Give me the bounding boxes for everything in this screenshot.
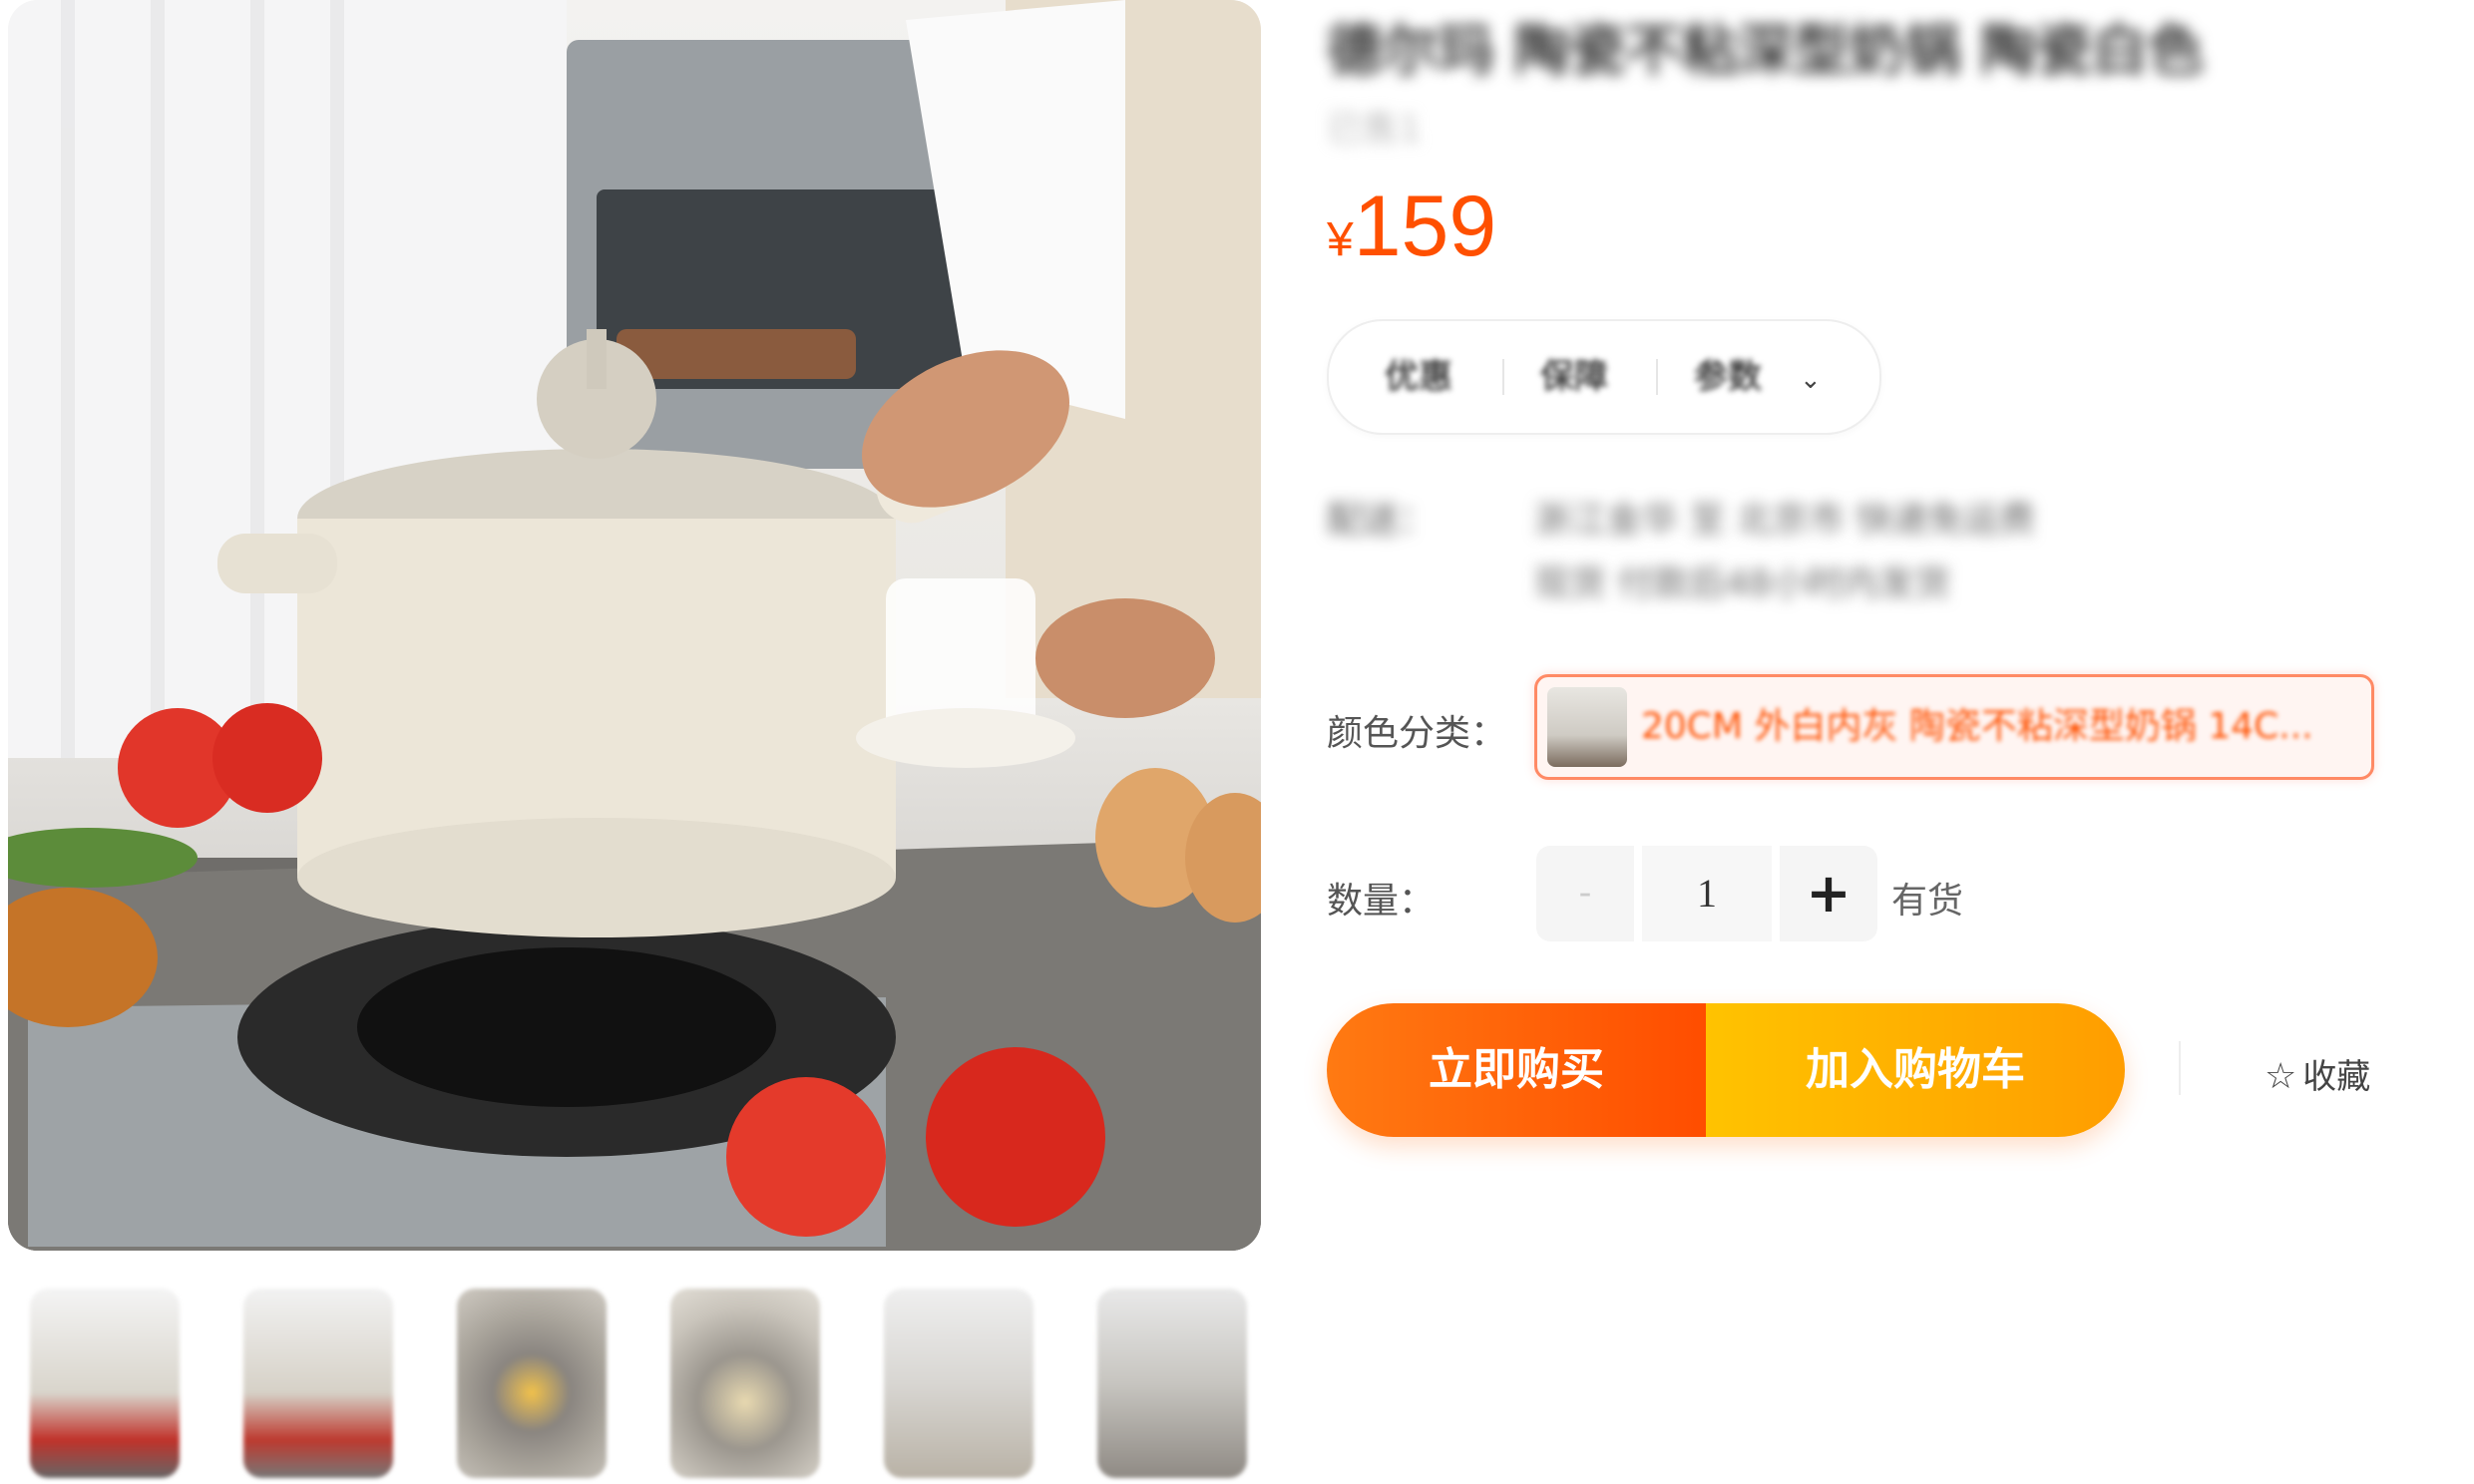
action-divider [2179, 1041, 2181, 1095]
quantity-label: 数量： [1327, 881, 1436, 922]
main-product-image [8, 0, 1261, 1251]
thumbnail-5[interactable] [884, 1289, 1033, 1478]
color-label: 颜色分类： [1327, 713, 1507, 754]
quantity-input[interactable]: 1 [1642, 846, 1772, 941]
product-subtitle: 已售1 [1327, 109, 1422, 150]
thumbnail-2[interactable] [243, 1289, 393, 1478]
tab-divider [1656, 359, 1658, 395]
star-outline-icon: ☆ [2265, 1056, 2297, 1097]
tab-parameters[interactable]: 参数 [1694, 321, 1762, 433]
buy-now-button[interactable]: 立即购买 [1327, 1003, 1706, 1137]
tab-divider [1502, 359, 1504, 395]
shipping-detail: 现货 付款后48小时内发货 [1534, 563, 1951, 604]
thumbnail-strip [30, 1289, 1247, 1478]
color-option-selected[interactable]: 20CM 外白内灰 陶瓷不粘深型奶锅 14C... [1534, 674, 2374, 780]
stock-status: 有货 [1891, 881, 1964, 922]
tab-discount[interactable]: 优惠 [1385, 321, 1452, 433]
currency-symbol: ¥ [1327, 213, 1354, 266]
add-to-cart-button[interactable]: 加入购物车 [1706, 1003, 2125, 1137]
shipping-label: 配送： [1327, 500, 1436, 541]
thumbnail-6[interactable] [1097, 1289, 1247, 1478]
favorite-label: 收藏 [2302, 1057, 2371, 1097]
favorite-button[interactable]: ☆ 收藏 [2265, 1049, 2370, 1098]
quantity-increase-button[interactable]: + [1780, 846, 1877, 941]
shipping-destination[interactable]: 浙江金华 至 北京市 快递免运费 [1534, 491, 2035, 543]
thumbnail-3[interactable] [457, 1289, 607, 1478]
tab-guarantee[interactable]: 保障 [1540, 321, 1608, 433]
price: ¥159 [1327, 178, 1496, 276]
thumbnail-1[interactable] [30, 1289, 180, 1478]
kitchen-scene-illustration [8, 0, 1261, 1251]
chevron-down-icon[interactable]: ⌄ [1800, 365, 1822, 395]
info-tabs: 优惠 保障 参数 ⌄ [1327, 319, 1881, 435]
thumbnail-4[interactable] [670, 1289, 820, 1478]
quantity-decrease-button[interactable]: - [1536, 846, 1634, 941]
color-option-thumbnail [1547, 687, 1627, 767]
color-option-text: 20CM 外白内灰 陶瓷不粘深型奶锅 14C... [1641, 706, 2313, 747]
price-value: 159 [1353, 179, 1497, 274]
product-title: 德尔玛 陶瓷不粘深型奶锅 陶瓷白色 [1327, 19, 2204, 76]
purchase-buttons: 立即购买 加入购物车 [1327, 1003, 2125, 1137]
